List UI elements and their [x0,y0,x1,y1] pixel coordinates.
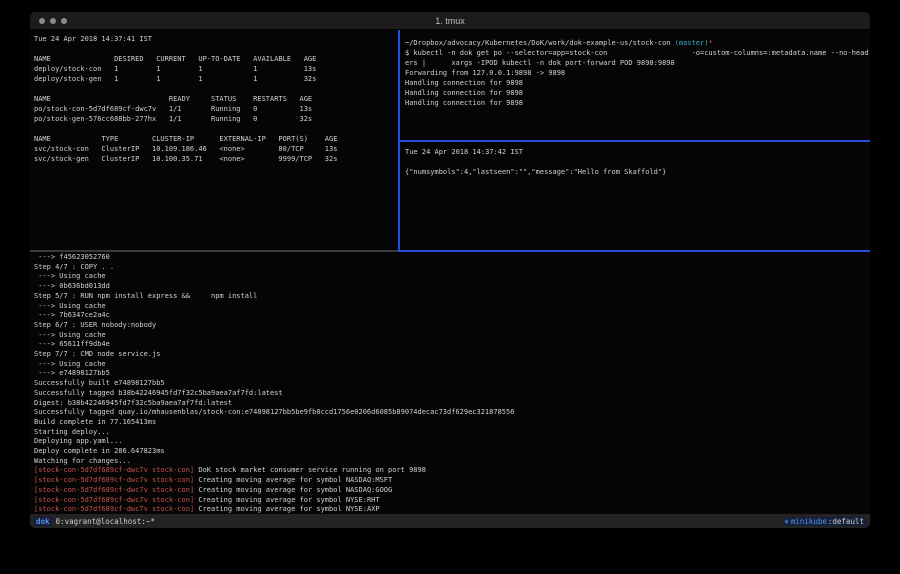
terminal-line: ---> Using cache [34,331,870,341]
terminal-line: Handling connection for 9898 [405,88,870,98]
terminal-line [34,84,398,94]
terminal-line: Tue 24 Apr 2018 14:37:42 IST [405,147,870,157]
window-title: 1. tmux [30,16,870,26]
terminal-line: ers | xargs -IPOD kubectl -n dok port-fo… [405,58,870,68]
pane-divider-bottom-left[interactable] [30,250,398,252]
terminal-line: Step 6/7 : USER nobody:nobody [34,321,870,331]
tmux-status-bar: dok 0:vagrant@localhost:~* ⎈ minikube :d… [30,514,870,528]
tmux-content: Tue 24 Apr 2018 14:37:41 IST NAME DESIRE… [30,30,870,514]
terminal-line: Watching for changes... [34,457,870,467]
terminal-line: Step 5/7 : RUN npm install express && np… [34,292,870,302]
terminal-line: Build complete in 77.165413ms [34,418,870,428]
terminal-line: ---> e74898127bb5 [34,369,870,379]
terminal-line: svc/stock-con ClusterIP 10.109.186.46 <n… [34,144,398,154]
terminal-line: Digest: b38b42246945fd7f32c5ba9aea7af7fd… [34,399,870,409]
terminal-line: po/stock-gen-576cc688bb-277hx 1/1 Runnin… [34,114,398,124]
terminal-line: Handling connection for 9898 [405,98,870,108]
terminal-line: Successfully tagged b38b42246945fd7f32c5… [34,389,870,399]
terminal-line: Step 4/7 : COPY . . [34,263,870,273]
terminal-line [405,157,870,167]
terminal-line: Deploying app.yaml... [34,437,870,447]
terminal-line: ---> Using cache [34,360,870,370]
pane-curl-probe[interactable]: Tue 24 Apr 2018 14:37:42 IST {"numsymbol… [400,142,870,250]
terminal-line: Handling connection for 9898 [405,78,870,88]
terminal-line: $ kubectl -n dok get po --selector=app=s… [405,48,870,58]
terminal-line: NAME TYPE CLUSTER-IP EXTERNAL-IP PORT(S)… [34,134,398,144]
session-name: dok [34,517,52,526]
terminal-line: ---> Using cache [34,272,870,282]
status-right: ⎈ minikube :default [783,517,866,526]
terminal-line: svc/stock-gen ClusterIP 10.100.35.71 <no… [34,154,398,164]
terminal-line: [stock-con-5d7df689cf-dwc7v stock-con] C… [34,505,870,514]
active-window-label[interactable]: 0:vagrant@localhost:~* [52,517,155,526]
terminal-line: deploy/stock-gen 1 1 1 1 32s [34,74,398,84]
terminal-line [34,124,398,134]
terminal-line: Starting deploy... [34,428,870,438]
terminal-line: NAME DESIRED CURRENT UP-TO-DATE AVAILABL… [34,54,398,64]
terminal-line: po/stock-con-5d7df689cf-dwc7v 1/1 Runnin… [34,104,398,114]
terminal-line: [stock-con-5d7df689cf-dwc7v stock-con] C… [34,476,870,486]
terminal-line: [stock-con-5d7df689cf-dwc7v stock-con] C… [34,496,870,506]
terminal-line [34,44,398,54]
terminal-line: ~/Dropbox/advocacy/Kubernetes/DoK/work/d… [405,38,870,48]
terminal-line: ---> 0b636bd013dd [34,282,870,292]
terminal-line: ---> 7b6347ce2a4c [34,311,870,321]
pane-kubectl-watch[interactable]: Tue 24 Apr 2018 14:37:41 IST NAME DESIRE… [30,30,398,250]
terminal-line: [stock-con-5d7df689cf-dwc7v stock-con] C… [34,486,870,496]
terminal-line: NAME READY STATUS RESTARTS AGE [34,94,398,104]
terminal-line: Tue 24 Apr 2018 14:37:41 IST [34,34,398,44]
desktop: { "window": { "title": "1. tmux" }, "col… [0,0,900,574]
terminal-line: {"numsymbols":4,"lastseen":"","message":… [405,167,870,177]
terminal-line: [stock-con-5d7df689cf-dwc7v stock-con] D… [34,466,870,476]
terminal-line: Successfully built e74898127bb5 [34,379,870,389]
terminal-window: 1. tmux Tue 24 Apr 2018 14:37:41 IST NAM… [30,12,870,528]
terminal-line: Successfully tagged quay.io/mhausenblas/… [34,408,870,418]
pane-port-forward-shell[interactable]: ~/Dropbox/advocacy/Kubernetes/DoK/work/d… [400,30,870,140]
pane-divider-right-horizontal[interactable] [400,140,870,142]
kube-cluster-name: minikube [790,517,828,526]
status-left: dok 0:vagrant@localhost:~* [34,517,155,526]
terminal-line: ---> 65611ff9db4e [34,340,870,350]
pane-divider-bottom-right[interactable] [398,250,870,252]
window-titlebar[interactable]: 1. tmux [30,12,870,30]
terminal-line: ---> f45623052760 [34,253,870,263]
terminal-line: Deploy complete in 286.647823ms [34,447,870,457]
terminal-line: ---> Using cache [34,302,870,312]
pane-skaffold-build-log[interactable]: ---> f45623052760Step 4/7 : COPY . . ---… [30,252,870,514]
terminal-line: deploy/stock-con 1 1 1 1 13s [34,64,398,74]
terminal-line: Forwarding from 127.0.0.1:9898 -> 9898 [405,68,870,78]
terminal-line: Step 7/7 : CMD node service.js [34,350,870,360]
kube-namespace: :default [828,517,866,526]
